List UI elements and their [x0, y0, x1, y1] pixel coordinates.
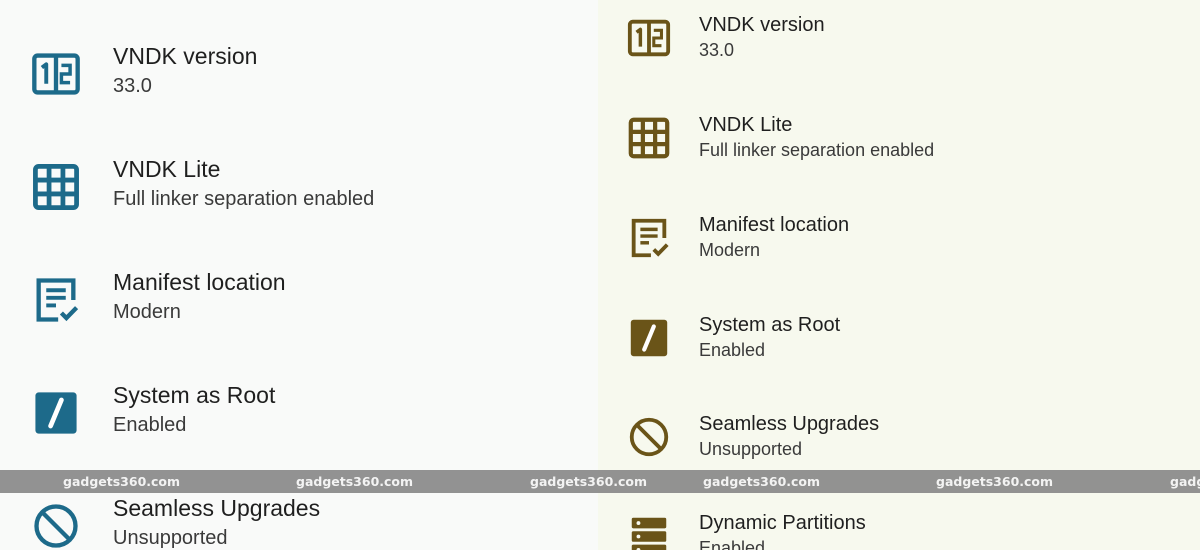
left-panel: VNDK version 33.0 VNDK Lite Full linker …	[0, 0, 598, 550]
watermark-text: gadgets360.com	[703, 474, 821, 489]
document-check-icon	[626, 215, 672, 261]
list-item-text: Manifest location Modern	[699, 213, 849, 261]
list-item-text: System as Root Enabled	[113, 381, 275, 438]
list-item-title: System as Root	[113, 382, 276, 408]
list-item-title: VNDK version	[699, 14, 825, 36]
list-item-subtitle: Unsupported	[113, 527, 228, 549]
list-item-text: VNDK version 33.0	[113, 42, 257, 99]
document-check-icon	[30, 274, 82, 326]
list-item-title: Seamless Upgrades	[699, 413, 880, 435]
list-item-text: Seamless Upgrades Unsupported	[113, 494, 320, 550]
watermark-band: gadgets360.com gadgets360.com gadgets360…	[0, 470, 1200, 493]
list-item-text: Seamless Upgrades Unsupported	[699, 412, 879, 460]
list-item-subtitle: Modern	[699, 240, 761, 260]
list-item-text: VNDK version 33.0	[699, 13, 825, 61]
number-blocks-icon	[626, 15, 672, 61]
list-item-title: Seamless Upgrades	[113, 495, 321, 521]
list-item-subtitle: Enabled	[699, 340, 766, 360]
slash-square-icon	[30, 387, 82, 439]
grid-icon	[626, 115, 672, 161]
list-item-text: System as Root Enabled	[699, 313, 840, 361]
watermark-text: gadg	[1170, 474, 1200, 489]
list-item-text: VNDK Lite Full linker separation enabled	[113, 155, 374, 212]
watermark-text: gadgets360.com	[530, 474, 648, 489]
no-update-icon	[30, 500, 82, 550]
list-item-title: VNDK Lite	[699, 114, 793, 136]
list-item-title: Manifest location	[113, 269, 286, 295]
list-item-title: VNDK Lite	[113, 156, 221, 182]
list-item-text: VNDK Lite Full linker separation enabled	[699, 113, 934, 161]
right-panel: VNDK version 33.0 VNDK Lite Full linker …	[598, 0, 1200, 550]
list-item-text: Manifest location Modern	[113, 268, 286, 325]
list-item-title: VNDK version	[113, 43, 258, 69]
list-item-subtitle: Modern	[113, 301, 181, 323]
slash-square-icon	[626, 315, 672, 361]
list-item-title: System as Root	[699, 314, 841, 336]
list-item-subtitle: 33.0	[113, 75, 152, 97]
number-blocks-icon	[30, 48, 82, 100]
list-item-title: Manifest location	[699, 214, 850, 236]
grid-icon	[30, 161, 82, 213]
list-item-subtitle: Full linker separation enabled	[113, 188, 375, 210]
watermark-text: gadgets360.com	[63, 474, 181, 489]
list-item-subtitle: Full linker separation enabled	[699, 140, 935, 160]
no-update-icon	[626, 414, 672, 460]
watermark-text: gadgets360.com	[296, 474, 414, 489]
partitions-icon	[626, 513, 672, 550]
watermark-text: gadgets360.com	[936, 474, 1054, 489]
list-item-subtitle: Unsupported	[699, 439, 803, 459]
list-item-text: Dynamic Partitions Enabled	[699, 511, 866, 550]
list-item-subtitle: 33.0	[699, 40, 735, 60]
list-item-subtitle: Enabled	[113, 414, 187, 436]
list-item-subtitle: Enabled	[699, 538, 766, 550]
list-item-title: Dynamic Partitions	[699, 512, 866, 534]
